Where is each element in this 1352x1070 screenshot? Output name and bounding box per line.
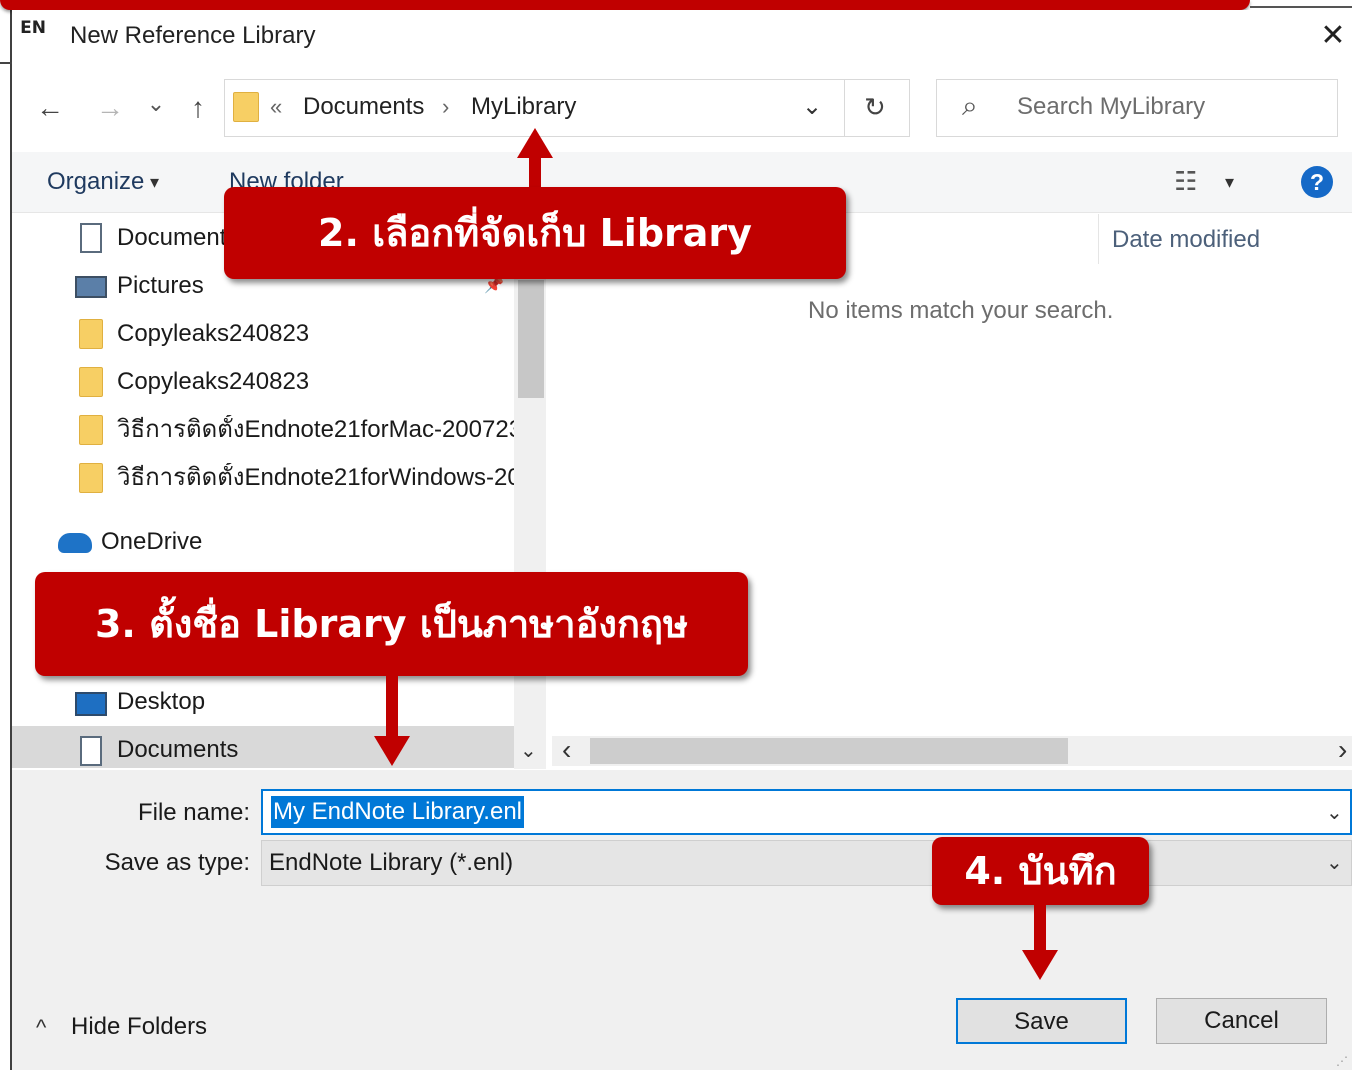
address-divider [844, 80, 845, 136]
desktop-icon [75, 692, 107, 716]
nav-item-documents-selected[interactable]: Documents [117, 735, 238, 765]
nav-item-folder[interactable]: วิธีการติดตั้งEndnote21forWindows-200723 [117, 463, 514, 493]
help-icon[interactable]: ? [1301, 166, 1333, 198]
nav-pane-scroll-thumb[interactable] [518, 280, 544, 398]
column-divider[interactable] [1098, 214, 1099, 264]
folder-icon [233, 92, 259, 122]
save-as-type-label: Save as type: [104, 849, 250, 876]
file-name-label: File name: [137, 799, 250, 826]
nav-item-folder[interactable]: Copyleaks240823 [117, 319, 507, 349]
breadcrumb-overflow-icon[interactable]: « [270, 92, 282, 122]
organize-button[interactable]: Organize [47, 167, 144, 197]
onedrive-cloud-icon [58, 533, 92, 553]
nav-item-folder[interactable]: วิธีการติดตั้งEndnote21forMac-200723-แ [117, 415, 514, 445]
top-edge-line [1250, 6, 1352, 8]
cancel-button[interactable]: Cancel [1156, 998, 1327, 1044]
view-options-icon[interactable]: ☷ [1174, 166, 1197, 196]
forward-arrow-icon[interactable]: → [92, 88, 128, 128]
organize-caret-icon[interactable]: ▾ [150, 167, 159, 197]
file-name-input-value[interactable]: My EndNote Library.enl [271, 796, 524, 828]
folder-icon [79, 463, 103, 493]
endnote-app-icon: EN [20, 18, 46, 38]
hide-folders-button[interactable]: Hide Folders [71, 1012, 207, 1042]
hide-folders-chevron-icon[interactable]: ^ [36, 1014, 46, 1042]
step4-arrow-shaft [1034, 905, 1046, 953]
save-as-type-value[interactable]: EndNote Library (*.enl) [269, 848, 513, 878]
nav-item-folder[interactable]: Copyleaks240823 [117, 367, 507, 397]
refresh-icon[interactable]: ↻ [864, 92, 886, 122]
step2-callout: 2. เลือกที่จัดเก็บ Library [224, 187, 846, 279]
file-name-dropdown-chevron-icon[interactable]: ⌄ [1326, 798, 1343, 828]
back-arrow-icon[interactable]: ← [32, 88, 68, 128]
up-arrow-icon[interactable]: ↑ [180, 88, 216, 128]
top-red-banner [0, 0, 1250, 10]
view-caret-icon[interactable]: ▾ [1225, 167, 1234, 197]
background-edge-line [0, 62, 12, 64]
nav-item-desktop[interactable]: Desktop [117, 687, 205, 717]
step3-arrow-shaft [386, 676, 398, 738]
step3-arrow-head [374, 736, 410, 766]
folder-icon [79, 415, 103, 445]
folder-icon [79, 319, 103, 349]
address-dropdown-chevron-icon[interactable]: ⌄ [802, 92, 822, 122]
step2-arrow-shaft [529, 158, 541, 190]
column-header-date-modified[interactable]: Date modified [1112, 225, 1260, 255]
window-title: New Reference Library [70, 22, 316, 49]
empty-results-message: No items match your search. [808, 297, 1114, 324]
pin-icon: 📌 [484, 277, 504, 294]
close-icon[interactable]: ✕ [1316, 18, 1350, 54]
scroll-down-icon[interactable]: ⌄ [520, 736, 537, 766]
search-input[interactable]: Search MyLibrary [1017, 92, 1205, 122]
save-as-type-chevron-icon[interactable]: ⌄ [1326, 848, 1343, 878]
step4-callout: 4. บันทึก [932, 837, 1149, 905]
horizontal-scroll-thumb[interactable] [590, 738, 1068, 764]
document-icon [80, 223, 102, 253]
step3-callout: 3. ตั้งชื่อ Library เป็นภาษาอังกฤษ [35, 572, 748, 676]
step4-arrow-head [1022, 950, 1058, 980]
nav-item-onedrive[interactable]: OneDrive [101, 527, 202, 557]
breadcrumb-separator-icon: › [442, 94, 450, 119]
document-icon [80, 736, 102, 766]
scroll-right-icon[interactable]: › [1338, 736, 1347, 764]
window-left-edge [0, 0, 12, 1070]
step2-arrow-head [517, 128, 553, 158]
scroll-left-icon[interactable]: ‹ [562, 736, 571, 764]
folder-icon [79, 367, 103, 397]
search-icon: ⌕ [962, 90, 978, 121]
save-button[interactable]: Save [956, 998, 1127, 1044]
breadcrumb-mylibrary[interactable]: MyLibrary [471, 92, 576, 122]
pictures-icon [75, 276, 107, 298]
resize-grip[interactable]: ⋰ [1336, 1054, 1348, 1068]
breadcrumb-documents[interactable]: Documents [303, 92, 424, 122]
recent-locations-chevron-icon[interactable]: ⌄ [138, 84, 174, 124]
